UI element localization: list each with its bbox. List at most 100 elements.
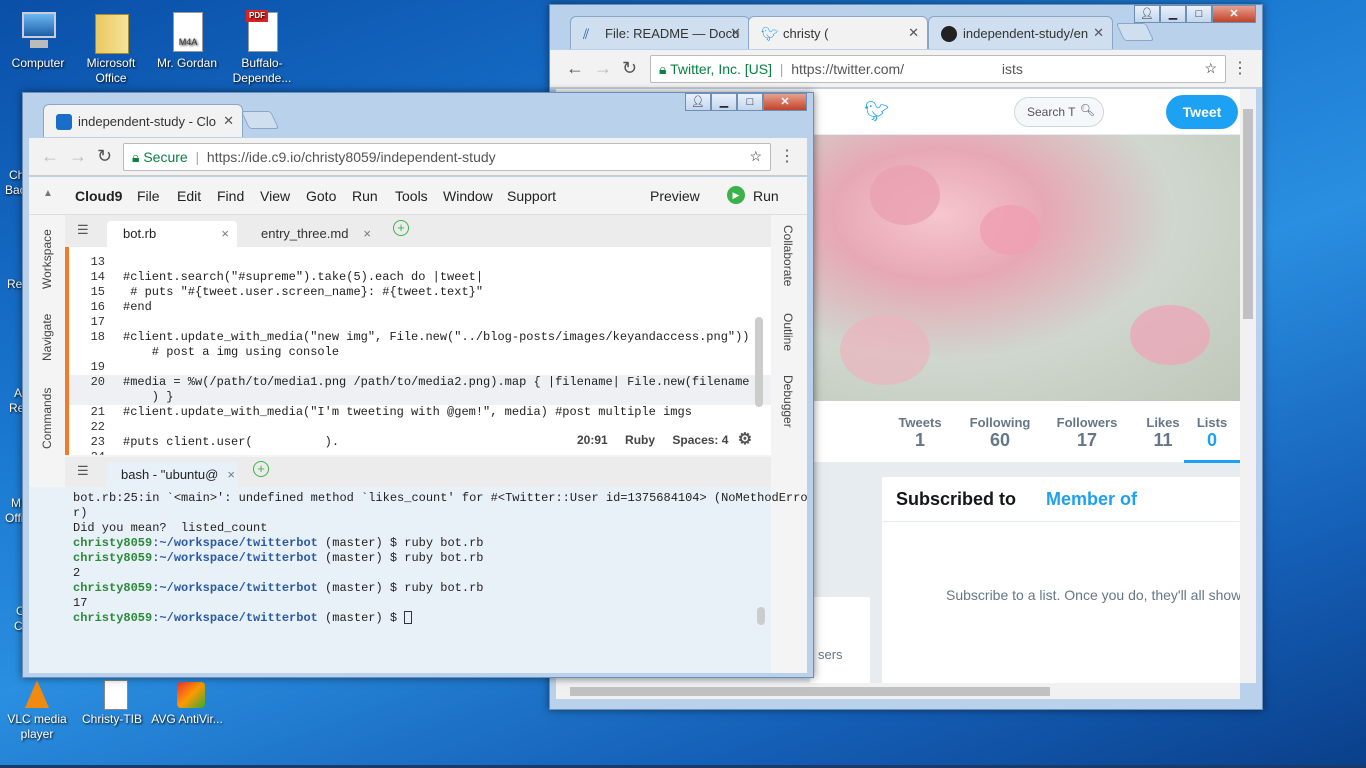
- terminal-scrollbar[interactable]: [757, 607, 765, 625]
- panel-collaborate[interactable]: Collaborate: [781, 225, 795, 286]
- line-number: 21: [90, 405, 105, 419]
- forward-icon[interactable]: →: [594, 58, 612, 79]
- menu-goto[interactable]: Goto: [306, 188, 336, 204]
- user-icon[interactable]: 👤︎: [1134, 5, 1160, 23]
- bookmark-star-icon[interactable]: ☆: [1204, 60, 1217, 77]
- panel-commands[interactable]: Commands: [40, 388, 54, 449]
- vertical-scrollbar[interactable]: [1240, 89, 1256, 683]
- panel-outline[interactable]: Outline: [781, 313, 795, 351]
- terminal-line: christy8059:~/workspace/twitterbot (mast…: [73, 581, 484, 596]
- code-line: 15 # puts "#{tweet.user.screen_name}: #{…: [69, 285, 771, 300]
- close-tab-icon[interactable]: ✕: [730, 25, 741, 41]
- tab-member-of[interactable]: Member of: [1046, 489, 1137, 510]
- desktop-icon-vlc[interactable]: VLC media player: [0, 680, 74, 742]
- panel-navigate[interactable]: Navigate: [40, 314, 54, 361]
- close-tab-icon[interactable]: ✕: [1093, 25, 1104, 41]
- indent-setting[interactable]: Spaces: 4: [672, 433, 728, 447]
- panel-debugger[interactable]: Debugger: [781, 375, 795, 428]
- tab-twitter[interactable]: 🐦︎ christy ( ✕: [748, 16, 928, 49]
- desktop-icon-buffalo[interactable]: PDF Buffalo-Depende...: [225, 8, 299, 86]
- minimize-button[interactable]: ▁: [711, 93, 737, 111]
- tab-readme[interactable]: ⫽ File: README — Docu ✕: [570, 16, 750, 49]
- new-tab-button[interactable]: [240, 111, 280, 129]
- close-tab-icon[interactable]: ×: [227, 467, 235, 482]
- close-tab-icon[interactable]: ✕: [223, 113, 234, 129]
- desktop-icon-avg[interactable]: AVG AntiVir...: [150, 680, 224, 727]
- menu-window[interactable]: Window: [443, 188, 493, 204]
- desktop-icon-christy-tib[interactable]: Christy-TIB: [75, 680, 149, 727]
- reload-icon[interactable]: ↻: [97, 146, 112, 167]
- side-card: sers: [810, 597, 870, 683]
- gear-icon[interactable]: ⚙: [738, 431, 752, 448]
- menu-run[interactable]: Run: [352, 188, 378, 204]
- code-line: 16 #end: [69, 300, 771, 315]
- menu-tools[interactable]: Tools: [395, 188, 428, 204]
- twitter-bird-icon[interactable]: 🐦︎: [864, 99, 889, 124]
- menu-support[interactable]: Support: [507, 188, 556, 204]
- stat-tweets[interactable]: Tweets 1: [890, 415, 950, 451]
- github-icon: [941, 26, 957, 42]
- maximize-button[interactable]: □: [1186, 5, 1212, 23]
- close-tab-icon[interactable]: ×: [363, 226, 371, 241]
- close-tab-icon[interactable]: ×: [221, 226, 229, 241]
- url-text: https://twitter.com/: [791, 61, 905, 77]
- collapse-icon[interactable]: ▲: [43, 188, 53, 199]
- menu-file[interactable]: File: [137, 188, 160, 204]
- editor-tab-entry-three[interactable]: entry_three.md ×: [245, 221, 375, 247]
- preview-button[interactable]: Preview: [650, 188, 700, 204]
- desktop-icon-label: Christy-TIB: [82, 712, 142, 726]
- menu-edit[interactable]: Edit: [177, 188, 201, 204]
- back-icon[interactable]: ←: [41, 146, 59, 167]
- minimize-button[interactable]: ▁: [1160, 5, 1186, 23]
- line-number: 16: [90, 300, 105, 314]
- forward-icon[interactable]: →: [69, 146, 87, 167]
- maximize-button[interactable]: □: [737, 93, 763, 111]
- omnibox[interactable]: 🔒︎ Secure | https://ide.c9.io/christy805…: [123, 143, 771, 171]
- code-editor[interactable]: 13 14 #client.search("#supreme").take(5).e…: [65, 247, 771, 455]
- code-text: # puts "#{tweet.user.screen_name}: #{twe…: [123, 285, 484, 299]
- menu-find[interactable]: Find: [217, 188, 244, 204]
- reload-icon[interactable]: ↻: [622, 58, 637, 79]
- terminal[interactable]: bot.rb:25:in `<main>': undefined method …: [29, 487, 808, 673]
- back-icon[interactable]: ←: [566, 58, 584, 79]
- add-tab-icon[interactable]: +: [253, 461, 269, 477]
- horizontal-scrollbar[interactable]: [556, 683, 1240, 699]
- close-window-button[interactable]: ✕: [763, 93, 807, 111]
- close-window-button[interactable]: ✕: [1212, 5, 1256, 23]
- menu-view[interactable]: View: [260, 188, 290, 204]
- tab-menu-icon[interactable]: ☰: [77, 222, 89, 238]
- run-button[interactable]: Run: [753, 188, 779, 204]
- bookmark-star-icon[interactable]: ☆: [749, 148, 762, 165]
- menu-cloud9[interactable]: Cloud9: [75, 188, 122, 204]
- stat-lists[interactable]: Lists 0: [1184, 415, 1240, 463]
- language-mode[interactable]: Ruby: [625, 433, 655, 447]
- omnibox[interactable]: 🔒︎ Twitter, Inc. [US] | https://twitter.…: [650, 55, 1226, 83]
- tab-strip: ⫽ File: README — Docu ✕ 🐦︎ christy ( ✕ i…: [550, 5, 1262, 49]
- add-tab-icon[interactable]: +: [393, 220, 409, 236]
- run-icon[interactable]: ▶: [727, 186, 745, 204]
- menu-dots-icon[interactable]: ⋮: [779, 146, 795, 166]
- tab-cloud9[interactable]: independent-study - Clo ✕: [43, 104, 243, 137]
- tab-github[interactable]: independent-study/en ✕: [928, 16, 1113, 49]
- user-icon[interactable]: 👤︎: [685, 93, 711, 111]
- tab-subscribed-to[interactable]: Subscribed to: [896, 489, 1016, 510]
- tweet-button[interactable]: Tweet: [1166, 95, 1238, 129]
- stat-likes[interactable]: Likes 11: [1138, 415, 1188, 451]
- panel-workspace[interactable]: Workspace: [40, 229, 54, 289]
- desktop-icon-mr-gordan[interactable]: M4A Mr. Gordan: [150, 8, 224, 71]
- stat-following[interactable]: Following 60: [960, 415, 1040, 451]
- menu-dots-icon[interactable]: ⋮: [1232, 58, 1248, 78]
- stat-followers[interactable]: Followers 17: [1046, 415, 1128, 451]
- terminal-tab[interactable]: bash - "ubuntu@ ×: [107, 462, 237, 487]
- editor-scrollbar[interactable]: [755, 317, 763, 407]
- code-text: #media = %w(/path/to/media1.png /path/to…: [123, 375, 750, 389]
- code-line: 19: [69, 360, 771, 375]
- new-tab-button[interactable]: [1115, 23, 1155, 41]
- tab-menu-icon[interactable]: ☰: [77, 463, 89, 479]
- editor-tab-bot-rb[interactable]: bot.rb ×: [107, 221, 237, 247]
- desktop-icon-microsoft-office[interactable]: Microsoft Office: [74, 8, 148, 86]
- folder-icon: [89, 8, 133, 54]
- twitter-search-input[interactable]: Search T 🔍︎: [1014, 97, 1104, 127]
- desktop-icon-computer[interactable]: Computer: [1, 8, 75, 71]
- close-tab-icon[interactable]: ✕: [908, 25, 919, 41]
